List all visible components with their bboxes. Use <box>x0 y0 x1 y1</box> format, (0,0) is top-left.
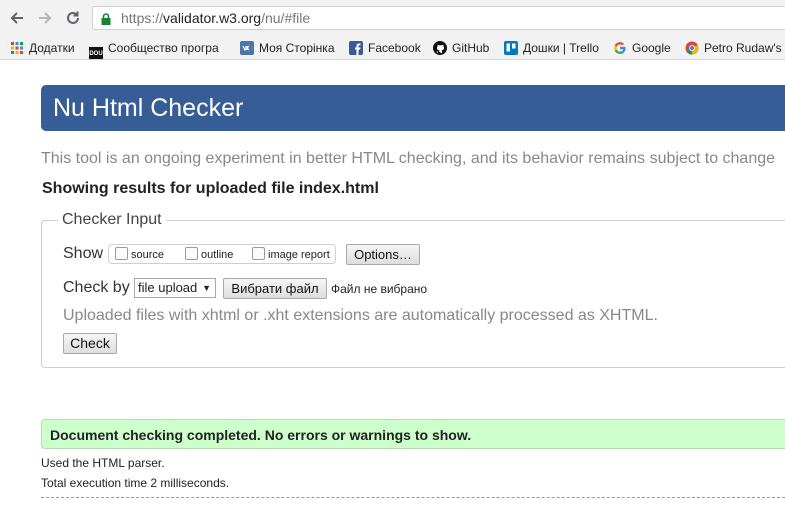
results-heading: Showing results for uploaded file index.… <box>42 180 379 197</box>
execution-time: Total execution time 2 milliseconds. <box>41 476 230 490</box>
trello-icon <box>504 41 518 55</box>
back-icon[interactable] <box>8 9 26 27</box>
bookmark-facebook[interactable]: Facebook <box>349 40 421 56</box>
bookmark-label: Моя Сторінка <box>259 41 335 55</box>
bookmark-vk[interactable]: Моя Сторінка <box>240 40 335 56</box>
bookmark-google[interactable]: Google <box>613 40 671 56</box>
apps-grid-icon <box>10 41 24 55</box>
bookmark-label: Google <box>632 41 671 55</box>
image-report-checkbox-label[interactable]: image report <box>268 249 330 261</box>
bookmark-label: Facebook <box>368 41 421 55</box>
google-icon <box>613 41 627 55</box>
show-options-group: source outline image report <box>108 244 336 264</box>
checker-input-legend: Checker Input <box>58 211 166 229</box>
xhtml-note: Uploaded files with xhtml or .xht extens… <box>63 307 658 324</box>
forward-icon[interactable] <box>36 9 54 27</box>
intro-text: This tool is an ongoing experiment in be… <box>41 150 776 167</box>
outline-checkbox-label[interactable]: outline <box>201 249 233 261</box>
vk-icon <box>240 41 254 55</box>
page-title: Nu Html Checker <box>53 94 244 122</box>
dou-icon: DOU <box>89 47 103 59</box>
address-bar[interactable]: https://validator.w3.org/nu/#file <box>92 6 785 30</box>
check-by-label: Check by <box>63 279 130 296</box>
reload-icon[interactable] <box>64 9 82 27</box>
github-icon <box>433 41 447 55</box>
bookmark-github[interactable]: GitHub <box>433 40 489 56</box>
bookmark-trello[interactable]: Дошки | Trello <box>504 40 599 56</box>
lock-icon <box>101 12 111 25</box>
bookmark-petro[interactable]: Petro Rudaw's <box>685 40 782 56</box>
bookmark-label: Додатки <box>29 41 75 55</box>
url-text[interactable]: https://validator.w3.org/nu/#file <box>121 10 310 26</box>
bookmark-label: Petro Rudaw's <box>704 41 782 55</box>
show-label: Show <box>63 245 104 262</box>
options-button[interactable]: Options… <box>346 244 420 265</box>
choose-file-button[interactable]: Вибрати файл <box>223 278 327 299</box>
header-banner: Nu Html Checker <box>41 85 785 131</box>
facebook-icon <box>349 41 363 55</box>
bookmark-dou[interactable]: DOU Сообщество програ <box>89 40 219 59</box>
bookmark-label: Дошки | Trello <box>523 41 599 55</box>
success-message: Document checking completed. No errors o… <box>50 427 472 443</box>
bookmark-label: Сообщество програ <box>108 41 219 55</box>
bookmark-apps[interactable]: Додатки <box>10 40 75 56</box>
check-by-value: file upload <box>138 280 198 295</box>
divider <box>41 497 785 498</box>
dropdown-arrow-icon: ▼ <box>202 283 211 293</box>
outline-checkbox[interactable] <box>185 247 198 260</box>
parser-info: Used the HTML parser. <box>41 456 165 470</box>
source-checkbox[interactable] <box>115 247 128 260</box>
bookmarks-bar: Додатки DOU Сообщество програ Моя Сторінк… <box>0 36 785 60</box>
source-checkbox-label[interactable]: source <box>131 249 164 261</box>
check-button[interactable]: Check <box>63 333 117 354</box>
success-message-box: Document checking completed. No errors o… <box>41 419 785 449</box>
bookmark-label: GitHub <box>452 41 490 55</box>
image-report-checkbox[interactable] <box>252 247 265 260</box>
browser-toolbar: https://validator.w3.org/nu/#file <box>0 0 785 36</box>
chrome-icon <box>685 41 699 55</box>
check-by-select[interactable]: file upload ▼ <box>134 278 216 298</box>
no-file-text: Файл не вибрано <box>331 282 428 296</box>
